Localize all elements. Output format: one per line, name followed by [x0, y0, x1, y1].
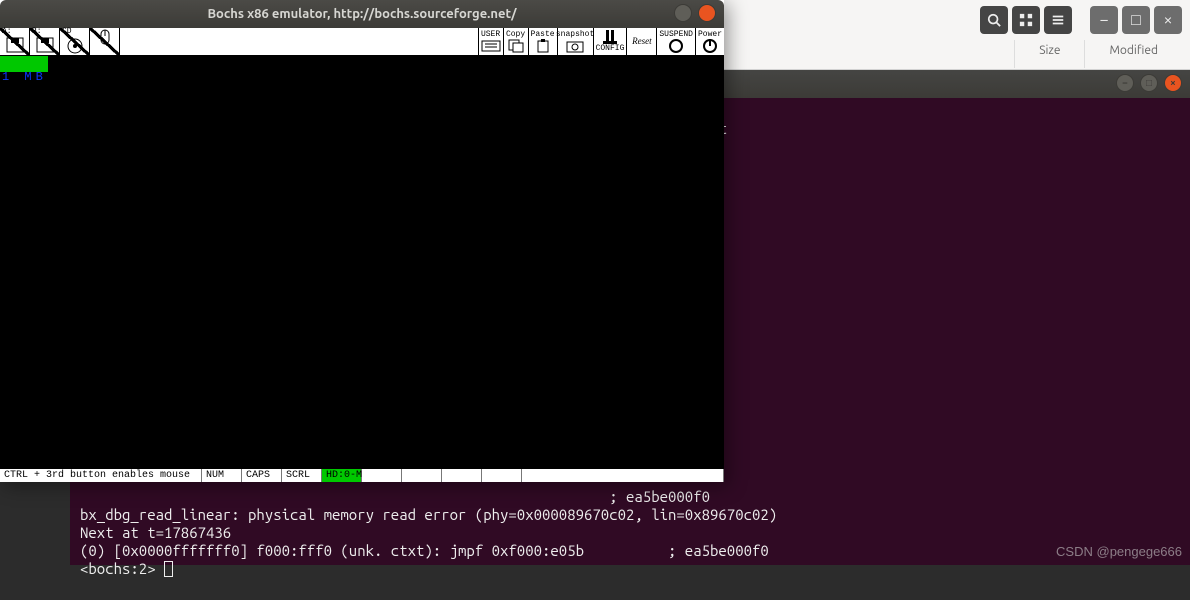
snapshot-label: snapshot — [556, 30, 594, 39]
reset-button[interactable]: Reset — [626, 28, 656, 55]
terminal-minimize-icon[interactable]: − — [1116, 74, 1134, 92]
floppy-b-button[interactable]: B: — [30, 28, 60, 55]
suspend-button[interactable]: SUSPEND — [656, 28, 695, 55]
power-label: Power — [698, 30, 722, 39]
bochs-window: Bochs x86 emulator, http://bochs.sourcef… — [0, 0, 724, 482]
bochs-statusbar: CTRL + 3rd button enables mouse NUM CAPS… — [0, 468, 724, 482]
bochs-minimize-icon[interactable] — [674, 4, 692, 22]
floppy-a-button[interactable]: A: — [0, 28, 30, 55]
terminal-line: ; ea5be000f0 — [80, 488, 710, 505]
column-size[interactable]: Size — [1014, 40, 1084, 68]
grid-view-icon[interactable] — [1012, 6, 1040, 34]
user-button[interactable]: USER — [478, 28, 503, 55]
reset-label: Reset — [632, 37, 652, 46]
copy-label: Copy — [506, 30, 525, 39]
floppy-a-label: A: — [0, 28, 29, 36]
terminal-cursor — [164, 561, 173, 577]
terminal-line: Next at t=17867436 — [80, 524, 231, 541]
bochs-close-icon[interactable] — [698, 4, 716, 22]
cd-icon — [65, 36, 85, 54]
terminal-line: bx_dbg_read_linear: physical memory read… — [80, 506, 777, 523]
paste-icon — [533, 39, 553, 53]
bochs-display[interactable]: 1 MB — [0, 56, 724, 468]
terminal-line: (0) [0x0000fffffff0] f000:fff0 (unk. ctx… — [80, 542, 769, 559]
status-scrl: SCRL — [282, 469, 322, 482]
config-icon — [600, 30, 620, 44]
search-icon[interactable] — [980, 6, 1008, 34]
cdrom-button[interactable]: CD — [60, 28, 90, 55]
keyboard-icon — [481, 39, 501, 53]
mouse-icon — [95, 28, 115, 46]
maximize-icon[interactable]: □ — [1122, 6, 1150, 34]
mouse-capture-button[interactable] — [90, 28, 120, 55]
floppy-icon — [5, 36, 25, 54]
paste-label: Paste — [531, 30, 555, 39]
minimize-icon[interactable]: − — [1090, 6, 1118, 34]
bochs-title: Bochs x86 emulator, http://bochs.sourcef… — [207, 7, 516, 21]
power-button[interactable]: Power — [695, 28, 724, 55]
boot-text: 1 MB — [0, 70, 47, 84]
status-empty — [362, 469, 402, 482]
floppy-icon — [35, 36, 55, 54]
bochs-titlebar[interactable]: Bochs x86 emulator, http://bochs.sourcef… — [0, 0, 724, 28]
close-icon[interactable]: × — [1154, 6, 1182, 34]
cdrom-label: CD — [60, 28, 89, 36]
status-mouse-hint: CTRL + 3rd button enables mouse — [0, 469, 202, 482]
status-num: NUM — [202, 469, 242, 482]
watermark: CSDN @pengege666 — [1056, 544, 1182, 559]
config-button[interactable]: CONFIG — [593, 28, 627, 55]
copy-icon — [506, 39, 526, 53]
paste-button[interactable]: Paste — [528, 28, 557, 55]
user-label: USER — [481, 30, 500, 39]
power-icon — [700, 39, 720, 53]
suspend-icon — [666, 39, 686, 53]
terminal-close-icon[interactable]: × — [1164, 74, 1182, 92]
terminal-prompt: <bochs:2> — [80, 560, 164, 577]
terminal-window-controls: − □ × — [1116, 74, 1182, 92]
status-caps: CAPS — [242, 469, 282, 482]
snapshot-button[interactable]: snapshot — [557, 28, 593, 55]
terminal-maximize-icon[interactable]: □ — [1140, 74, 1158, 92]
status-hd: HD:0-M — [322, 469, 362, 482]
suspend-label: SUSPEND — [659, 30, 693, 39]
copy-button[interactable]: Copy — [503, 28, 528, 55]
hamburger-menu-icon[interactable] — [1044, 6, 1072, 34]
bochs-toolbar: A: B: CD USER Copy Past — [0, 28, 724, 56]
status-empty — [402, 469, 442, 482]
status-empty — [522, 469, 724, 482]
camera-icon — [565, 39, 585, 53]
floppy-b-label: B: — [30, 28, 59, 36]
config-label: CONFIG — [596, 44, 625, 53]
column-modified[interactable]: Modified — [1084, 40, 1182, 68]
bochs-window-controls — [674, 4, 716, 22]
status-empty — [442, 469, 482, 482]
status-empty — [482, 469, 522, 482]
